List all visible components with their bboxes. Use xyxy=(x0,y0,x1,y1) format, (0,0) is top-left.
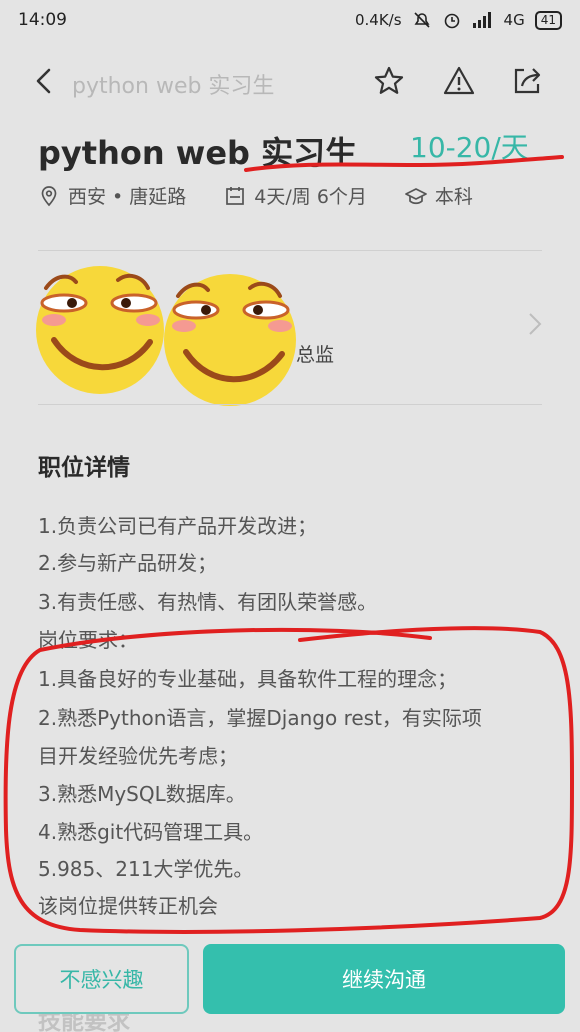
alarm-icon xyxy=(444,13,459,29)
detail-line: 5.985、211大学优先。 xyxy=(38,857,254,881)
warning-icon[interactable] xyxy=(442,64,476,98)
network-type: 4G xyxy=(503,11,525,29)
recruiter-role: 总监 xyxy=(296,344,335,366)
status-icons: 0.4K/s 4G 41 xyxy=(355,10,562,30)
divider xyxy=(38,404,542,405)
job-title: python web 实习生 xyxy=(38,134,358,172)
status-bar: 14:09 0.4K/s 4G 41 xyxy=(0,0,580,40)
nav-bar: python web 实习生 xyxy=(0,50,580,110)
detail-line: 岗位要求： xyxy=(38,628,138,652)
schedule-text: 4天/周 6个月 xyxy=(254,186,367,208)
detail-line: 3.有责任感、有热情、有团队荣誉感。 xyxy=(38,590,378,614)
detail-line: 2.参与新产品研发； xyxy=(38,551,218,575)
continue-chat-button[interactable]: 继续沟通 xyxy=(203,944,565,1014)
star-icon[interactable] xyxy=(372,64,406,98)
detail-line: 2.熟悉Python语言，掌握Django rest，有实际项 xyxy=(38,706,482,730)
detail-line: 3.熟悉MySQL数据库。 xyxy=(38,782,246,806)
detail-line: 4.熟悉git代码管理工具。 xyxy=(38,820,264,844)
location-text: 西安 • 唐延路 xyxy=(68,186,187,208)
section-title-job-details: 职位详情 xyxy=(38,455,130,481)
education: 本科 xyxy=(405,182,473,209)
detail-line: 目开发经验优先考虑； xyxy=(38,744,238,768)
location-pin-icon xyxy=(41,185,57,206)
detail-line: 1.负责公司已有产品开发改进； xyxy=(38,514,318,538)
back-icon[interactable] xyxy=(30,66,60,96)
mute-icon xyxy=(413,12,430,28)
status-time: 14:09 xyxy=(18,10,67,30)
calendar-icon xyxy=(226,186,245,205)
location: 西安 • 唐延路 xyxy=(38,182,186,209)
detail-line: 1.具备良好的专业基础，具备软件工程的理念； xyxy=(38,667,458,691)
salary: 10-20/天 xyxy=(410,131,529,164)
not-interested-button[interactable]: 不感兴趣 xyxy=(14,944,189,1014)
recruiter-card[interactable]: 总监 xyxy=(0,250,580,406)
detail-line: 该岗位提供转正机会 xyxy=(38,894,218,918)
signal-icon xyxy=(472,12,491,28)
job-meta: 西安 • 唐延路 4天/周 6个月 本科 xyxy=(38,182,511,209)
schedule: 4天/周 6个月 xyxy=(224,182,367,209)
nav-title: python web 实习生 xyxy=(72,74,275,99)
share-icon[interactable] xyxy=(510,64,544,98)
emoji-face-icon xyxy=(36,266,164,394)
battery-indicator: 41 xyxy=(534,10,562,30)
network-speed: 0.4K/s xyxy=(354,11,402,29)
emoji-face-icon xyxy=(164,274,296,406)
education-text: 本科 xyxy=(434,186,473,208)
graduation-cap-icon xyxy=(405,187,427,204)
chevron-right-icon[interactable] xyxy=(525,310,545,338)
